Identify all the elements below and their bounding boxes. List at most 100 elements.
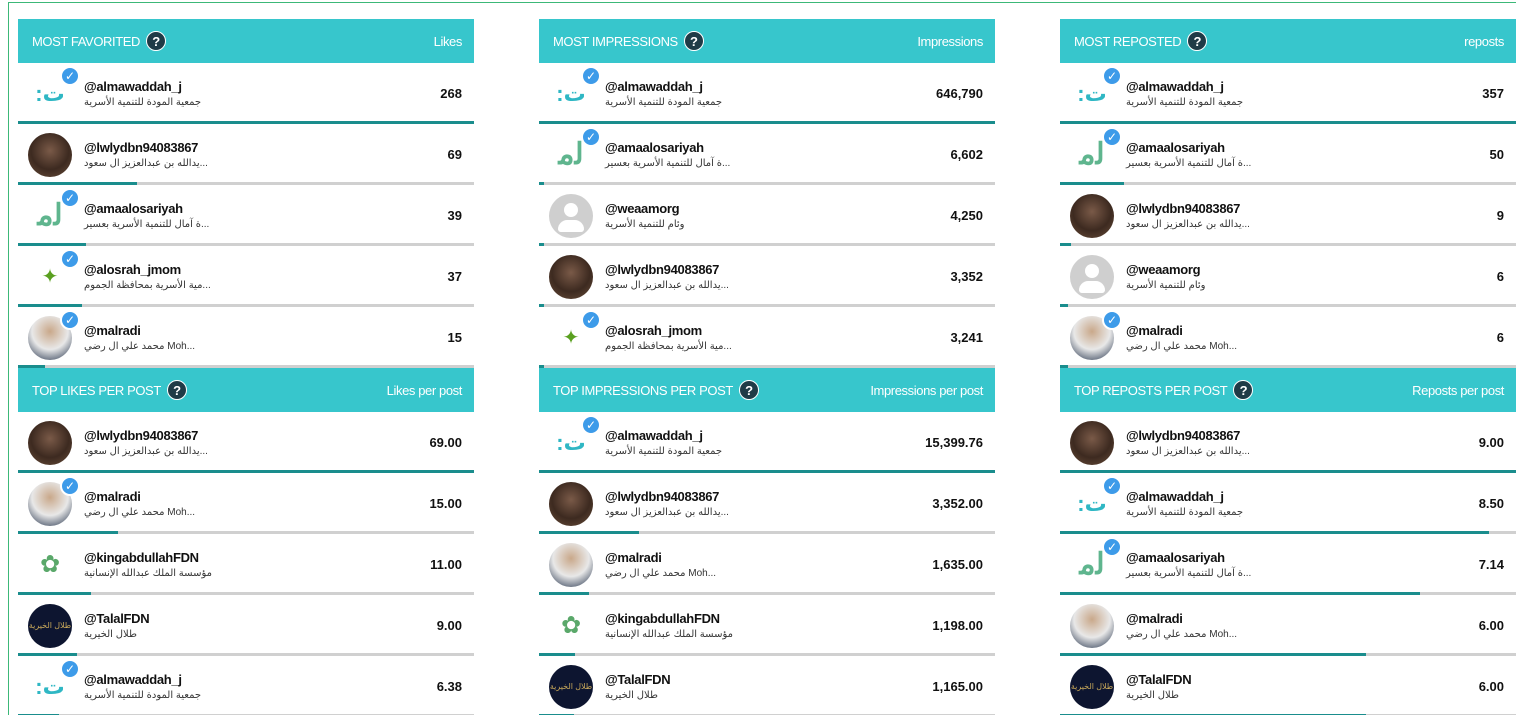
list-item[interactable]: ﻟﻣ ✓ @amaalosariyah ...ة آمال للتنمية الأسر… <box>18 185 474 246</box>
list-item[interactable]: ✿ @kingabdullahFDN مؤسسة الملك عبدالله الإ… <box>539 595 995 656</box>
avatar[interactable]: ✓ <box>28 309 80 360</box>
avatar[interactable]: ✿ <box>549 604 593 648</box>
list-item[interactable]: طلال الخيرية @TalalFDN طلال الخيرية 1,165.0… <box>539 656 995 715</box>
avatar[interactable]: طلال الخيرية <box>1070 664 1114 709</box>
account-handle[interactable]: @amaalosariyah <box>84 201 440 216</box>
avatar[interactable] <box>549 193 593 238</box>
avatar[interactable] <box>28 420 72 465</box>
list-item[interactable]: @lwlydbn94083867 ...يدالله بن عبدالعزيز ا… <box>1060 412 1516 473</box>
account-handle[interactable]: @malradi <box>1126 323 1489 338</box>
list-item[interactable]: ✦ ✓ @alosrah_jmom ...مية الأسرية بمحافظة ال… <box>18 246 474 307</box>
account-handle[interactable]: @malradi <box>84 489 421 504</box>
list-item[interactable]: :ت ✓ @almawaddah_j جمعية المودة للتنمية الأ… <box>18 656 474 715</box>
list-item[interactable]: @lwlydbn94083867 ...يدالله بن عبدالعزيز ا… <box>539 246 995 307</box>
account-handle[interactable]: @almawaddah_j <box>84 79 432 94</box>
list-item[interactable]: ✦ ✓ @alosrah_jmom ...مية الأسرية بمحافظة ال… <box>539 307 995 368</box>
help-icon[interactable]: ? <box>166 380 187 400</box>
avatar[interactable]: :ت ✓ <box>1070 475 1122 526</box>
avatar[interactable]: ﻟﻣ ✓ <box>549 126 601 177</box>
account-handle[interactable]: @alosrah_jmom <box>84 262 440 277</box>
help-icon[interactable]: ? <box>1187 31 1208 51</box>
list-item[interactable]: :ت ✓ @almawaddah_j جمعية المودة للتنمية الأ… <box>539 412 995 473</box>
list-item[interactable]: ✓ @malradi ...Moh محمد علي ال رضي 15.00 <box>18 473 474 534</box>
avatar[interactable]: :ت ✓ <box>1070 65 1122 116</box>
avatar[interactable] <box>1070 420 1114 465</box>
account-handle[interactable]: @kingabdullahFDN <box>84 550 422 565</box>
account-handle[interactable]: @lwlydbn94083867 <box>605 262 942 277</box>
account-handle[interactable]: @lwlydbn94083867 <box>1126 428 1471 443</box>
list-item[interactable]: :ت ✓ @almawaddah_j جمعية المودة للتنمية الأ… <box>1060 473 1516 534</box>
avatar[interactable]: طلال الخيرية <box>549 664 593 709</box>
account-handle[interactable]: @almawaddah_j <box>605 79 928 94</box>
account-handle[interactable]: @alosrah_jmom <box>605 323 942 338</box>
account-handle[interactable]: @amaalosariyah <box>605 140 942 155</box>
list-item[interactable]: :ت ✓ @almawaddah_j جمعية المودة للتنمية الأ… <box>1060 63 1516 124</box>
help-icon[interactable]: ? <box>146 31 167 51</box>
account-handle[interactable]: @almawaddah_j <box>1126 79 1474 94</box>
list-item[interactable]: @lwlydbn94083867 ...يدالله بن عبدالعزيز ا… <box>18 124 474 185</box>
avatar[interactable] <box>549 542 593 587</box>
account-handle[interactable]: @weaamorg <box>605 201 942 216</box>
list-item[interactable]: :ت ✓ @almawaddah_j جمعية المودة للتنمية الأ… <box>18 63 474 124</box>
avatar[interactable]: ✿ <box>28 543 72 587</box>
list-item[interactable]: ﻟﻣ ✓ @amaalosariyah ...ة آمال للتنمية الأسر… <box>539 124 995 185</box>
account-handle[interactable]: @TalalFDN <box>1126 672 1471 687</box>
mawaddah-logo-icon: :ت <box>35 673 66 699</box>
avatar[interactable]: ﻟﻣ ✓ <box>1070 536 1122 587</box>
list-item[interactable]: @lwlydbn94083867 ...يدالله بن عبدالعزيز ا… <box>18 412 474 473</box>
help-icon[interactable]: ? <box>683 31 704 51</box>
avatar[interactable] <box>1070 254 1114 299</box>
account-handle[interactable]: @almawaddah_j <box>84 672 429 687</box>
account-handle[interactable]: @amaalosariyah <box>1126 140 1482 155</box>
list-item[interactable]: @weaamorg وئام للتنمية الأسرية 6 <box>1060 246 1516 307</box>
list-item[interactable]: ﻟﻣ ✓ @amaalosariyah ...ة آمال للتنمية الأسر… <box>1060 124 1516 185</box>
account-handle[interactable]: @almawaddah_j <box>1126 489 1471 504</box>
list-item[interactable]: @lwlydbn94083867 ...يدالله بن عبدالعزيز ا… <box>539 473 995 534</box>
avatar[interactable]: ✓ <box>28 475 80 526</box>
help-icon[interactable]: ? <box>1233 380 1254 400</box>
list-item[interactable]: ✓ @malradi ...Moh محمد علي ال رضي 6 <box>1060 307 1516 368</box>
list-item[interactable]: @malradi ...Moh محمد علي ال رضي 6.00 <box>1060 595 1516 656</box>
avatar[interactable]: طلال الخيرية <box>28 603 72 648</box>
account-handle[interactable]: @amaalosariyah <box>1126 550 1471 565</box>
account-handle[interactable]: @TalalFDN <box>605 672 924 687</box>
list-item[interactable]: طلال الخيرية @TalalFDN طلال الخيرية 6.00 <box>1060 656 1516 715</box>
account-handle[interactable]: @weaamorg <box>1126 262 1489 277</box>
list-item[interactable]: @malradi ...Moh محمد علي ال رضي 1,635.00 <box>539 534 995 595</box>
avatar[interactable]: ✦ ✓ <box>28 248 80 299</box>
avatar[interactable]: ✓ <box>1070 309 1122 360</box>
account-display-name: ...Moh محمد علي ال رضي <box>84 341 196 352</box>
avatar[interactable]: :ت ✓ <box>549 65 601 116</box>
account-handle[interactable]: @kingabdullahFDN <box>605 611 924 626</box>
avatar[interactable]: ✦ ✓ <box>549 309 601 360</box>
list-item[interactable]: @lwlydbn94083867 ...يدالله بن عبدالعزيز ا… <box>1060 185 1516 246</box>
metric-value: 357 <box>1482 86 1504 101</box>
avatar[interactable]: :ت ✓ <box>549 414 601 465</box>
list-item[interactable]: :ت ✓ @almawaddah_j جمعية المودة للتنمية الأ… <box>539 63 995 124</box>
avatar[interactable]: :ت ✓ <box>28 65 80 116</box>
list-item[interactable]: ✿ @kingabdullahFDN مؤسسة الملك عبدالله الإ… <box>18 534 474 595</box>
list-item[interactable]: @weaamorg وئام للتنمية الأسرية 4,250 <box>539 185 995 246</box>
account-handle[interactable]: @TalalFDN <box>84 611 429 626</box>
list-item[interactable]: ﻟﻣ ✓ @amaalosariyah ...ة آمال للتنمية الأسر… <box>1060 534 1516 595</box>
list-item[interactable]: طلال الخيرية @TalalFDN طلال الخيرية 9.00 <box>18 595 474 656</box>
account-handle[interactable]: @malradi <box>84 323 440 338</box>
avatar[interactable] <box>28 132 72 177</box>
avatar[interactable] <box>1070 193 1114 238</box>
avatar[interactable]: ﻟﻣ ✓ <box>28 187 80 238</box>
account-handle[interactable]: @malradi <box>1126 611 1471 626</box>
avatar[interactable] <box>549 481 593 526</box>
verified-badge-icon: ✓ <box>60 475 80 496</box>
account-handle[interactable]: @lwlydbn94083867 <box>1126 201 1489 216</box>
avatar[interactable]: ﻟﻣ ✓ <box>1070 126 1122 177</box>
account-handle[interactable]: @lwlydbn94083867 <box>605 489 924 504</box>
account-handle[interactable]: @lwlydbn94083867 <box>84 140 440 155</box>
avatar[interactable]: :ت ✓ <box>28 658 80 709</box>
account-handle[interactable]: @lwlydbn94083867 <box>84 428 421 443</box>
account-handle[interactable]: @almawaddah_j <box>605 428 917 443</box>
account-handle[interactable]: @malradi <box>605 550 924 565</box>
avatar[interactable] <box>1070 603 1114 648</box>
help-icon[interactable]: ? <box>738 380 759 400</box>
avatar[interactable] <box>549 254 593 299</box>
list-item[interactable]: ✓ @malradi ...Moh محمد علي ال رضي 15 <box>18 307 474 368</box>
